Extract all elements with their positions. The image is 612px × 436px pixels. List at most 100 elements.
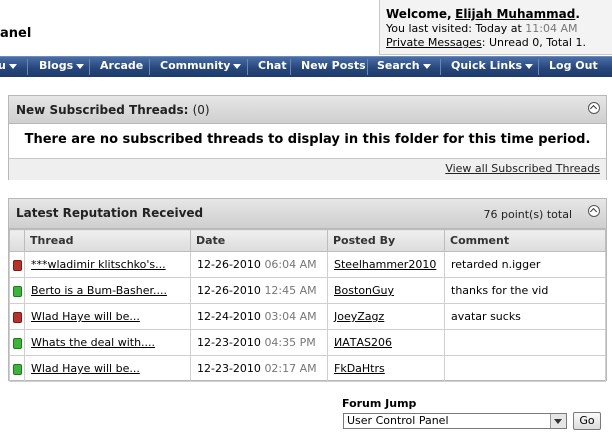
rep-status-cell	[9, 251, 25, 278]
view-all-subscribed-link[interactable]: View all Subscribed Threads	[445, 162, 600, 175]
user-link[interactable]: ИАТAS206	[334, 336, 392, 349]
thread-cell: ***wladimir klitschko's...	[24, 251, 191, 278]
user-link[interactable]: FkDaHtrs	[334, 362, 385, 375]
nav-log-out[interactable]: Log Out	[549, 59, 598, 72]
posted-by-cell: BostonGuy	[327, 277, 445, 304]
chevron-down-icon	[525, 63, 534, 69]
thread-cell: Wlad Haye will be...	[24, 355, 191, 382]
thread-link[interactable]: Wlad Haye will be...	[31, 310, 140, 323]
column-header-date[interactable]: Date	[190, 229, 328, 252]
table-row: Wlad Haye will be... 12-23-2010 02:17 AM…	[9, 355, 606, 382]
username-link[interactable]: Elijah Muhammad	[455, 7, 575, 21]
welcome-box: Welcome, Elijah Muhammad. You last visit…	[379, 0, 612, 55]
nav-divider	[27, 59, 28, 75]
rep-status-cell	[9, 303, 25, 330]
table-row: ***wladimir klitschko's... 12-26-2010 06…	[9, 251, 606, 278]
table-row: Berto is a Bum-Basher.... 12-26-2010 12:…	[9, 277, 606, 304]
nav-label: u	[0, 59, 6, 72]
rep-status-cell	[9, 355, 25, 382]
last-visited-label: You last visited: Today at	[386, 22, 522, 35]
subscribed-title: New Subscribed Threads:	[16, 103, 189, 117]
subscribed-threads-panel: New Subscribed Threads: (0) There are no…	[8, 95, 607, 180]
time: 04:35 PM	[264, 336, 316, 349]
nav-divider	[247, 59, 248, 75]
nav-label: Community	[160, 59, 231, 72]
date-cell: 12-26-2010 06:04 AM	[190, 251, 328, 278]
column-header-posted-by[interactable]: Posted By	[327, 229, 445, 252]
panel-header: New Subscribed Threads: (0)	[9, 96, 606, 124]
thread-link[interactable]: Wlad Haye will be...	[31, 362, 140, 375]
column-header-thread[interactable]: Thread	[24, 229, 191, 252]
date: 12-23-2010	[197, 336, 261, 349]
comment-cell	[444, 355, 606, 382]
date: 12-23-2010	[197, 362, 261, 375]
nav-chat[interactable]: Chat	[258, 59, 287, 72]
user-link[interactable]: Steelhammer2010	[334, 258, 436, 271]
table-row: Wlad Haye will be... 12-24-2010 03:04 AM…	[9, 303, 606, 330]
panel-title: New Subscribed Threads: (0)	[16, 103, 210, 117]
column-header-icon	[9, 229, 25, 252]
collapse-icon[interactable]	[588, 102, 600, 114]
nav-divider	[149, 59, 150, 75]
collapse-icon[interactable]	[588, 205, 600, 217]
forum-jump-label: Forum Jump	[342, 397, 417, 410]
nav-label: Blogs	[39, 59, 74, 72]
thread-cell: Berto is a Bum-Basher....	[24, 277, 191, 304]
thread-link[interactable]: ***wladimir klitschko's...	[31, 258, 166, 271]
nav-label: Log Out	[549, 59, 598, 72]
nav-label: Arcade	[100, 59, 144, 72]
date: 12-26-2010	[197, 284, 261, 297]
nav-quick-links[interactable]: Quick Links	[451, 59, 534, 72]
chevron-down-icon	[233, 63, 242, 69]
positive-rep-icon	[12, 363, 22, 375]
nav-community[interactable]: Community	[160, 59, 242, 72]
user-link[interactable]: BostonGuy	[334, 284, 394, 297]
nav-divider	[367, 59, 368, 75]
chevron-down-icon	[76, 63, 85, 69]
nav-label: Search	[377, 59, 420, 72]
time: 02:17 AM	[264, 362, 317, 375]
nav-label: Quick Links	[451, 59, 523, 72]
posted-by-cell: ИАТAS206	[327, 329, 445, 356]
thread-cell: Wlad Haye will be...	[24, 303, 191, 330]
nav-blogs[interactable]: Blogs	[39, 59, 85, 72]
empty-message: There are no subscribed threads to displ…	[24, 132, 591, 147]
time: 12:45 AM	[264, 284, 317, 297]
date: 12-24-2010	[197, 310, 261, 323]
chevron-down-icon	[8, 63, 17, 69]
welcome-period: .	[575, 7, 580, 21]
rep-status-cell	[9, 277, 25, 304]
forum-jump-selected: User Control Panel	[347, 414, 449, 427]
nav-user-cp[interactable]: u	[0, 59, 17, 72]
table-row: Whats the deal with.... 12-23-2010 04:35…	[9, 329, 606, 356]
posted-by-cell: Steelhammer2010	[327, 251, 445, 278]
panel-title: Latest Reputation Received	[16, 206, 204, 220]
forum-jump-select[interactable]: User Control Panel	[343, 413, 567, 429]
positive-rep-icon	[12, 337, 22, 349]
navbar: u Blogs Arcade Community Chat New Posts …	[0, 56, 612, 77]
nav-search[interactable]: Search	[377, 59, 431, 72]
nav-new-posts[interactable]: New Posts	[301, 59, 366, 72]
column-header-comment[interactable]: Comment	[444, 229, 606, 252]
panel-header: Latest Reputation Received 76 point(s) t…	[9, 199, 606, 229]
pm-status: : Unread 0, Total 1.	[481, 36, 586, 49]
thread-link[interactable]: Berto is a Bum-Basher....	[31, 284, 167, 297]
nav-divider	[290, 59, 291, 75]
negative-rep-icon	[12, 311, 22, 323]
table-header-row: Thread Date Posted By Comment	[9, 229, 606, 252]
thread-link[interactable]: Whats the deal with....	[31, 336, 155, 349]
comment-cell	[444, 329, 606, 356]
date-cell: 12-23-2010 04:35 PM	[190, 329, 328, 356]
panel-footer: View all Subscribed Threads	[9, 158, 606, 180]
comment-cell: avatar sucks	[444, 303, 606, 330]
user-link[interactable]: JoeyZagz	[334, 310, 384, 323]
chevron-down-icon	[422, 63, 431, 69]
nav-label: New Posts	[301, 59, 366, 72]
chevron-down-icon[interactable]	[550, 414, 566, 428]
nav-divider	[89, 59, 90, 75]
positive-rep-icon	[12, 285, 22, 297]
nav-arcade[interactable]: Arcade	[100, 59, 143, 72]
go-button[interactable]: Go	[573, 412, 601, 430]
private-messages-link[interactable]: Private Messages	[386, 36, 482, 49]
last-visited-time: 11:04 AM	[525, 22, 578, 35]
